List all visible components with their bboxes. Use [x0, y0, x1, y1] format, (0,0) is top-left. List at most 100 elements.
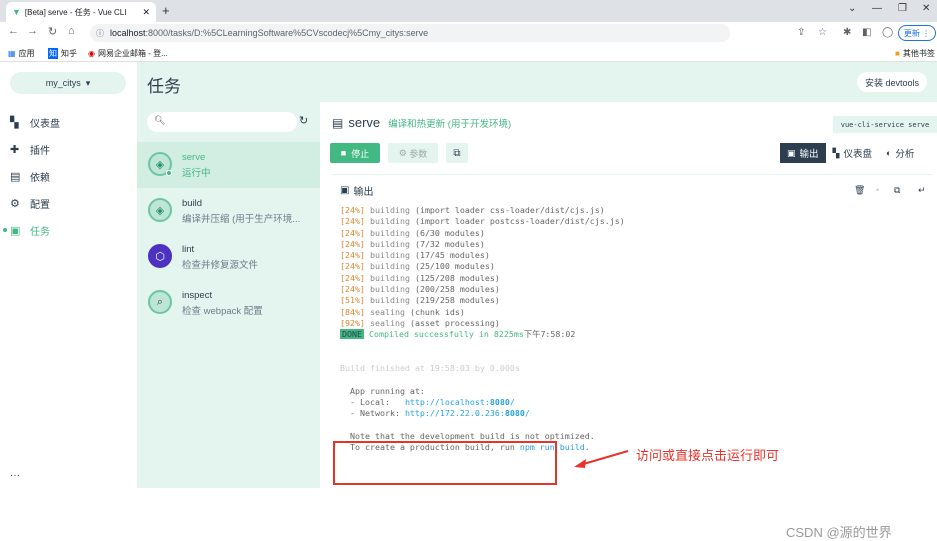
profile-icon[interactable]: ◯: [882, 27, 893, 38]
refresh-icon[interactable]: ↻: [299, 114, 308, 127]
settings-icon: ⚙: [10, 197, 20, 210]
progress-text: (import loader css-loader/dist/cjs.js): [409, 205, 605, 215]
view-tabs: ▣ 输出 ▚ 仪表盘 ◐ 分析: [780, 143, 921, 163]
network-url-link[interactable]: http://172.22.0.236:8080/: [405, 408, 530, 418]
nav-item-dashboard[interactable]: ▚ 仪表盘: [0, 112, 137, 132]
share-icon[interactable]: ⇪: [797, 27, 805, 38]
tab-label: 分析: [895, 149, 915, 160]
bookmark-apps[interactable]: ▦ 应用: [8, 48, 35, 59]
netease-icon: ◉: [88, 49, 95, 58]
bookmarks-bar: ▦ 应用 知知乎 ◉ 网易企业邮箱 - 登... ■ 其他书签: [0, 44, 937, 62]
task-item-serve[interactable]: ◈ serve 运行中: [137, 142, 320, 188]
app-running-line: App running at:: [340, 385, 425, 396]
stop-button[interactable]: ■ 停止: [330, 143, 380, 163]
scroll-bottom-icon[interactable]: ↵: [918, 185, 926, 196]
params-label: 参数: [409, 148, 428, 159]
task-item-inspect[interactable]: ⌕ inspect 检查 webpack 配置: [137, 280, 320, 326]
project-selector[interactable]: my_citys ▾: [10, 72, 126, 94]
open-external-button[interactable]: ⧉: [446, 143, 468, 163]
more-menu-button[interactable]: ···: [10, 470, 20, 481]
bookmark-label: 应用: [18, 49, 35, 58]
build-finished-line: Build finished at 19:58:03 by 0.000s: [340, 363, 520, 374]
bookmark-zhihu[interactable]: 知知乎: [48, 48, 77, 59]
active-indicator: [3, 228, 7, 232]
analyze-icon: ◐: [885, 148, 892, 158]
task-search-input[interactable]: 🔍︎: [147, 112, 297, 132]
minimize-icon[interactable]: —: [872, 3, 882, 14]
watermark: CSDN @源的世界: [786, 525, 892, 540]
log-progress-line: [24%] building (125/208 modules): [340, 273, 930, 284]
install-devtools-button[interactable]: 安装 devtools: [856, 72, 927, 92]
output-title: 输出: [353, 187, 374, 198]
task-detail-title: ▤ serve 编译和热更新 (用于开发环境): [332, 115, 511, 130]
progress-stage: building: [369, 216, 410, 227]
running-indicator: [166, 170, 172, 176]
tab-analyze[interactable]: ◐ 分析: [879, 143, 921, 163]
progress-text: (7/32 modules): [409, 238, 485, 249]
annotation-text: 访问或直接点击运行即可: [636, 448, 780, 463]
search-icon: 🔍︎: [154, 115, 166, 125]
clear-log-icon[interactable]: 🗑︎: [854, 185, 865, 196]
sidepanel-icon[interactable]: ◧: [862, 27, 871, 38]
command-badge: vue-cli-service serve: [833, 116, 937, 133]
compiled-line: DONE Compiled successfully in 8225ms下午7:…: [340, 329, 930, 340]
separator-dot: •: [876, 185, 880, 195]
new-tab-button[interactable]: +: [162, 3, 170, 18]
nav-item-tasks[interactable]: ▣ 任务: [0, 220, 137, 240]
extensions-icon[interactable]: ✱: [843, 27, 851, 38]
network-url-text: http://172.22.0.236:: [404, 408, 505, 419]
task-name: serve: [182, 152, 206, 163]
progress-text: (6/30 modules): [409, 227, 485, 238]
progress-text: (chunk ids): [404, 306, 465, 317]
progress-text: (17/45 modules): [409, 250, 490, 261]
compiled-text: Compiled successfully in 8225ms: [363, 329, 524, 340]
forward-icon[interactable]: →: [27, 25, 38, 37]
browser-toolbar: ← → ↻ ⌂ ⓘ localhost:8000/tasks/D:%5CLear…: [0, 22, 937, 44]
bookmark-netease[interactable]: ◉ 网易企业邮箱 - 登...: [88, 48, 168, 59]
output-header: ▣ 输出: [340, 183, 373, 198]
task-item-lint[interactable]: ⬡ lint 检查并修复源文件: [137, 234, 320, 280]
nav-item-plugins[interactable]: ✚ 插件: [0, 139, 137, 159]
chevron-down-icon[interactable]: ⌄: [848, 3, 856, 14]
task-list: 🔍︎ ↻ ◈ serve 运行中 ◈ build 编译并压缩 (用于生产环境..…: [137, 102, 320, 488]
tab-output[interactable]: ▣ 输出: [780, 143, 826, 163]
nav-item-config[interactable]: ⚙ 配置: [0, 193, 137, 213]
log-progress-line: [24%] building (import loader postcss-lo…: [340, 216, 930, 227]
progress-stage: building: [369, 250, 410, 261]
update-label: 更新: [903, 28, 920, 38]
params-button[interactable]: ⚙ 参数: [388, 143, 438, 163]
nav-item-dependencies[interactable]: ▤ 依赖: [0, 166, 137, 186]
window-close-icon[interactable]: ✕: [922, 3, 930, 14]
info-icon[interactable]: ⓘ: [96, 28, 104, 39]
caret-down-icon: ▾: [85, 77, 91, 88]
puzzle-icon: ✚: [10, 143, 20, 156]
nav-label: 插件: [30, 145, 50, 157]
reload-icon[interactable]: ↻: [48, 25, 57, 38]
address-bar[interactable]: ⓘ localhost:8000/tasks/D:%5CLearningSoft…: [90, 24, 730, 42]
update-button[interactable]: 更新 ⋮: [898, 25, 936, 41]
tab-dashboard[interactable]: ▚ 仪表盘: [826, 143, 879, 163]
copy-icon[interactable]: ⧉: [894, 185, 900, 196]
restore-icon[interactable]: ❐: [898, 3, 907, 14]
bookmark-other[interactable]: ■ 其他书签: [895, 48, 935, 59]
local-port: 8080: [489, 397, 510, 408]
star-icon[interactable]: ☆: [818, 27, 827, 38]
zhihu-icon: 知: [48, 48, 58, 59]
browser-tab[interactable]: ▼ [Beta] serve - 任务 - Vue CLI ✕: [6, 2, 156, 22]
vue-favicon-icon: ▼: [12, 7, 21, 17]
terminal-icon: ▣: [787, 147, 796, 158]
back-icon[interactable]: ←: [8, 25, 19, 37]
network-url-line: - Network: http://172.22.0.236:8080/: [340, 408, 930, 419]
url-host: localhost: [110, 28, 146, 38]
home-icon[interactable]: ⌂: [68, 25, 75, 37]
local-url-link[interactable]: http://localhost:8080/: [405, 397, 515, 407]
task-item-build[interactable]: ◈ build 编译并压缩 (用于生产环境...: [137, 188, 320, 234]
progress-stage: building: [369, 272, 410, 283]
task-detail-name: serve: [348, 115, 381, 130]
task-name: lint: [182, 244, 195, 255]
tab-close-icon[interactable]: ✕: [142, 7, 150, 18]
log-progress-line: [24%] building (6/30 modules): [340, 228, 930, 239]
progress-percent: [24%]: [340, 250, 365, 261]
